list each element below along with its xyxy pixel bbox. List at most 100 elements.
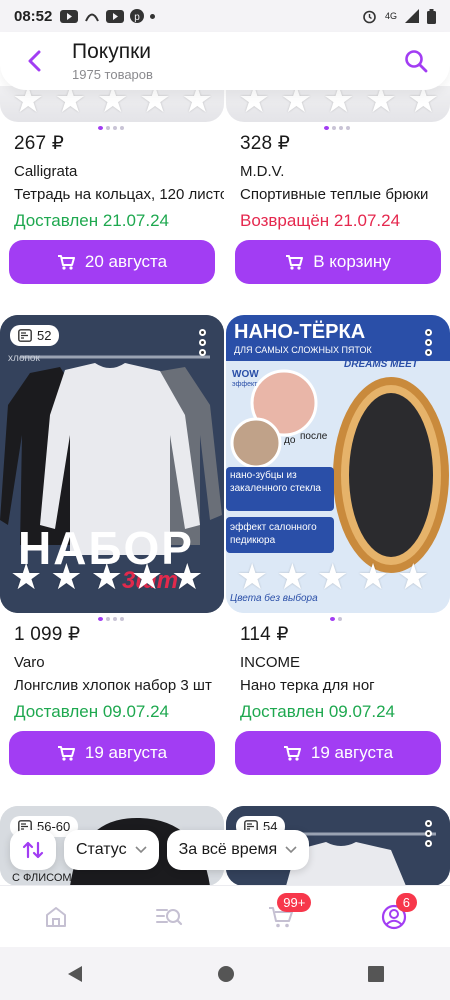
rating-stars[interactable]: ★ ★ ★ ★ ★ [12, 86, 213, 118]
cart-icon [283, 746, 301, 761]
status-filter[interactable]: Статус [64, 830, 159, 870]
star-icon[interactable]: ★ [407, 86, 439, 118]
period-filter[interactable]: За всё время [166, 830, 310, 870]
image-pager-dots [324, 126, 350, 130]
image-subtitle: ДЛЯ САМЫХ СЛОЖНЫХ ПЯТОК [234, 345, 372, 355]
product-name: Лонгслив хлопок набор 3 шт [14, 677, 212, 694]
chevron-down-icon [285, 846, 297, 854]
delivery-date-button[interactable]: 19 августа [9, 731, 215, 775]
status-bar: 08:52 p 4G [0, 0, 450, 32]
delivery-status: Доставлен 21.07.24 [14, 211, 170, 230]
image-label: хлопок [8, 353, 40, 364]
image-brand: DREAMS MEET [344, 359, 418, 370]
chevron-left-icon [28, 50, 41, 72]
star-icon[interactable]: ★ [131, 559, 163, 595]
product-image-partial[interactable]: ★ ★ ★ ★ ★ [226, 86, 450, 122]
star-icon[interactable]: ★ [323, 86, 355, 118]
nav-profile[interactable]: 6 [374, 892, 417, 937]
more-options-button[interactable] [199, 329, 206, 356]
product-name: Спортивные теплые брюки [240, 186, 429, 203]
star-icon[interactable]: ★ [171, 559, 203, 595]
product-name: Нано терка для ног [240, 677, 375, 694]
nav-catalog[interactable] [149, 897, 189, 937]
product-card[interactable]: 114 ₽ INCOME Нано терка для ног Доставле… [240, 623, 450, 722]
image-pager-dots [330, 617, 342, 621]
back-button[interactable] [16, 43, 52, 79]
nav-cart[interactable]: 99+ [261, 892, 312, 937]
product-card[interactable]: 328 ₽ M.D.V. Спортивные теплые брюки Воз… [240, 132, 450, 231]
star-icon[interactable]: ★ [276, 559, 308, 595]
star-icon[interactable]: ★ [10, 559, 42, 595]
star-icon[interactable]: ★ [12, 86, 44, 118]
sort-button[interactable] [10, 830, 56, 870]
star-icon[interactable]: ★ [317, 559, 349, 595]
image-before: до [284, 435, 296, 446]
cart-icon [286, 255, 304, 270]
delivery-status: Доставлен 09.07.24 [240, 702, 396, 721]
product-card[interactable]: 267 ₽ Calligrata Тетрадь на кольцах, 120… [14, 132, 224, 231]
star-icon[interactable]: ★ [280, 86, 312, 118]
recents-square-icon[interactable] [367, 965, 384, 982]
more-options-button[interactable] [425, 820, 432, 847]
product-image[interactable]: НАНО-ТЁРКА ДЛЯ САМЫХ СЛОЖНЫХ ПЯТОК DREAM… [226, 315, 450, 613]
status-time: 08:52 [14, 7, 53, 25]
star-icon[interactable]: ★ [365, 86, 397, 118]
rating-stars[interactable]: ★ ★ ★ ★ ★ [238, 86, 439, 118]
star-icon[interactable]: ★ [238, 86, 270, 118]
star-icon[interactable]: ★ [54, 86, 86, 118]
notification-icons: p [60, 9, 156, 23]
add-to-cart-button[interactable]: В корзину [235, 240, 441, 284]
home-icon [46, 906, 67, 927]
product-card[interactable]: 1 099 ₽ Varo Лонгслив хлопок набор 3 шт … [14, 623, 224, 722]
cart-icon [57, 255, 75, 270]
product-image[interactable]: НАБОР 3шт хлопок 52 ★ ★ ★ ★ ★ [0, 315, 224, 613]
delivery-date-button[interactable]: 20 августа [9, 240, 215, 284]
product-image-partial[interactable]: ★ ★ ★ ★ ★ [0, 86, 224, 122]
star-icon[interactable]: ★ [397, 559, 429, 595]
more-options-button[interactable] [425, 329, 432, 356]
product-price: 328 ₽ [240, 133, 291, 154]
status-filter-label: Статус [76, 841, 127, 858]
star-icon[interactable]: ★ [97, 86, 129, 118]
image-wow-note: эффект [232, 381, 258, 388]
cart-icon [57, 746, 75, 761]
system-navigation-bar [0, 947, 450, 1000]
rating-stars[interactable]: ★ ★ ★ ★ ★ [236, 559, 429, 595]
home-circle-icon[interactable] [217, 965, 235, 983]
chevron-down-icon [135, 846, 147, 854]
star-icon[interactable]: ★ [181, 86, 213, 118]
youtube-icon [106, 9, 125, 23]
youtube-icon [60, 9, 79, 23]
title-group: Покупки 1975 товаров [72, 40, 153, 82]
review-icon [18, 329, 32, 342]
delivery-status: Доставлен 09.07.24 [14, 702, 170, 721]
cart-badge: 99+ [277, 892, 312, 912]
svg-text:p: p [135, 12, 141, 23]
alarm-icon [363, 10, 376, 23]
items-count: 1975 товаров [72, 67, 153, 82]
star-icon[interactable]: ★ [91, 559, 123, 595]
return-status: Возвращён 21.07.24 [240, 211, 401, 230]
nav-home[interactable] [36, 897, 76, 937]
product-price: 1 099 ₽ [14, 624, 81, 645]
image-wow: WOW [232, 369, 259, 380]
page-title: Покупки [72, 40, 151, 63]
button-label: 20 августа [84, 252, 168, 271]
star-icon[interactable]: ★ [50, 559, 82, 595]
image-caption: С ФЛИСОМ [12, 872, 72, 884]
product-name: Тетрадь на кольцах, 120 листов [14, 186, 224, 203]
period-filter-label: За всё время [178, 841, 278, 858]
catalog-search-icon [155, 908, 182, 925]
network-type: 4G [384, 11, 397, 21]
star-icon[interactable]: ★ [236, 559, 268, 595]
image-title: НАНО-ТЁРКА [234, 321, 366, 343]
back-triangle-icon[interactable] [66, 965, 84, 983]
search-button[interactable] [398, 43, 434, 79]
star-icon[interactable]: ★ [357, 559, 389, 595]
app-header: Покупки 1975 товаров [0, 32, 450, 90]
star-icon[interactable]: ★ [139, 86, 171, 118]
image-feature-2: эффект салонного педикюра [230, 522, 317, 546]
rating-stars[interactable]: ★ ★ ★ ★ ★ [10, 559, 203, 595]
delivery-date-button[interactable]: 19 августа [235, 731, 441, 775]
button-label: 19 августа [84, 743, 168, 762]
